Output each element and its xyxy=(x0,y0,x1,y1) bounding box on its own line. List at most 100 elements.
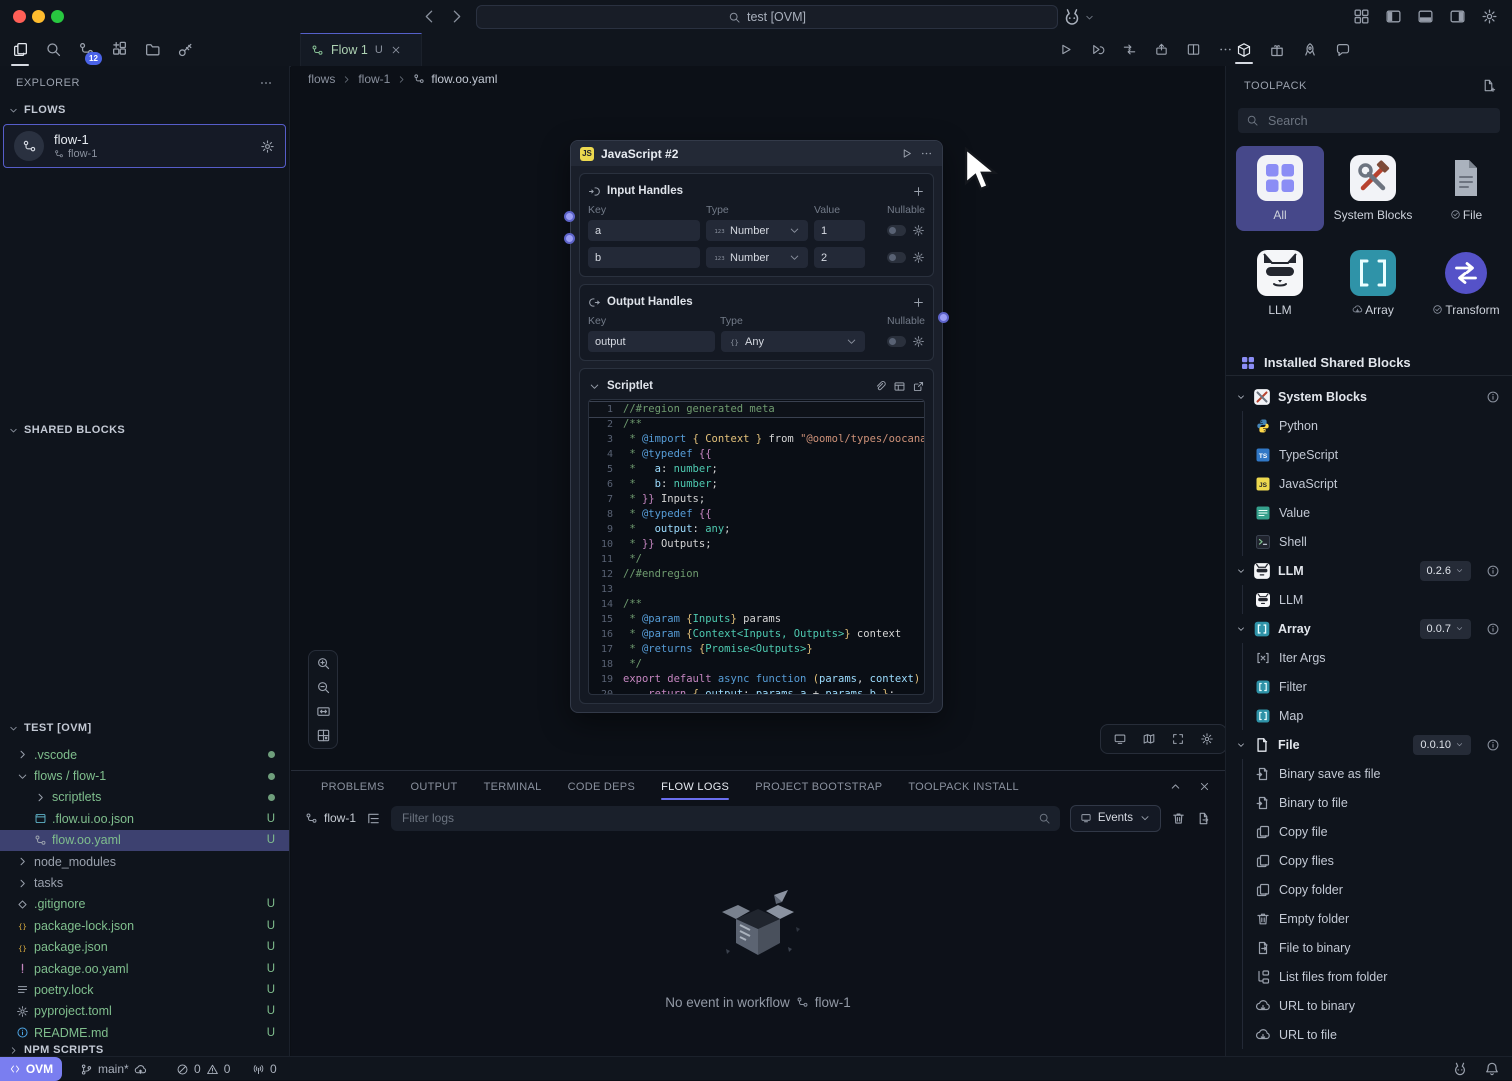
minimize-window-button[interactable] xyxy=(32,10,45,23)
block-item-javascript[interactable]: JSJavaScript xyxy=(1243,469,1512,498)
events-dropdown[interactable]: Events xyxy=(1070,805,1161,832)
input-key-field[interactable]: b xyxy=(588,247,700,268)
input-value-field[interactable]: 1 xyxy=(814,220,865,241)
explorer-more-button[interactable] xyxy=(259,76,273,90)
output-key-field[interactable]: output xyxy=(588,331,715,352)
panel-tab-toolpack-install[interactable]: TOOLPACK INSTALL xyxy=(908,771,1019,802)
tree-item-tasks[interactable]: tasks xyxy=(0,872,289,893)
tree-item-flow-oo-yaml[interactable]: flow.oo.yamlU xyxy=(0,830,289,851)
block-item-python[interactable]: Python xyxy=(1243,411,1512,440)
version-dropdown[interactable]: 0.2.6 xyxy=(1420,561,1471,581)
block-item-empty-folder[interactable]: Empty folder xyxy=(1243,904,1512,933)
tree-item-readme-md[interactable]: README.mdU xyxy=(0,1022,289,1043)
add-output-button[interactable] xyxy=(912,296,925,309)
clear-logs-button[interactable] xyxy=(1171,811,1186,826)
block-item-map[interactable]: Map xyxy=(1243,701,1512,730)
activity-flows-button[interactable]: 12 xyxy=(74,37,98,63)
split-editor-button[interactable] xyxy=(1186,42,1201,57)
block-item-shell[interactable]: Shell xyxy=(1243,527,1512,556)
tree-item-package-oo-yaml[interactable]: package.oo.yamlU xyxy=(0,958,289,979)
input-value-field[interactable]: 2 xyxy=(814,247,865,268)
layout-grid-button[interactable] xyxy=(1353,8,1370,25)
remote-indicator[interactable]: OVM xyxy=(0,1057,62,1081)
block-item-url-to-file[interactable]: URL to file xyxy=(1243,1020,1512,1049)
activity-folder-button[interactable] xyxy=(140,37,164,63)
zoom-out-button[interactable] xyxy=(316,680,331,695)
block-item-value[interactable]: Value xyxy=(1243,498,1512,527)
nullable-toggle[interactable] xyxy=(887,336,906,347)
export-logs-button[interactable] xyxy=(1196,811,1211,826)
toolpack-category-all[interactable]: All xyxy=(1236,146,1324,231)
block-item-url-to-binary[interactable]: URL to binary xyxy=(1243,991,1512,1020)
flow-canvas[interactable]: JS JavaScript #2 Input Handles KeyTypeVa… xyxy=(291,92,1225,770)
activity-extensions-button[interactable] xyxy=(107,37,131,63)
info-icon[interactable] xyxy=(1486,564,1500,578)
breadcrumb-flows[interactable]: flows xyxy=(308,72,335,86)
block-item-file-to-binary[interactable]: File to binary xyxy=(1243,933,1512,962)
flows-section-header[interactable]: FLOWS xyxy=(0,104,74,116)
publish-button[interactable] xyxy=(1154,42,1169,57)
rocket-panel-button[interactable] xyxy=(1302,42,1318,58)
toolpack-category-llm[interactable]: LLM xyxy=(1236,241,1324,326)
fullscreen-button[interactable] xyxy=(1171,732,1185,746)
tree-item-node-modules[interactable]: node_modules xyxy=(0,851,289,872)
node-more-button[interactable] xyxy=(920,147,933,160)
tree-item-flows-flow-1[interactable]: flows / flow-1 xyxy=(0,765,289,786)
log-flow-selector[interactable]: flow-1 xyxy=(305,811,356,825)
breadcrumb-file[interactable]: flow.oo.yaml xyxy=(431,72,497,86)
more-actions-button[interactable] xyxy=(1218,42,1233,57)
history-back-button[interactable] xyxy=(421,8,438,25)
nullable-toggle[interactable] xyxy=(887,252,906,263)
block-item-copy-file[interactable]: Copy file xyxy=(1243,817,1512,846)
block-group-llm[interactable]: LLM0.2.6 xyxy=(1226,556,1512,585)
chat-panel-button[interactable] xyxy=(1335,42,1351,58)
open-external-icon[interactable] xyxy=(912,380,925,393)
version-dropdown[interactable]: 0.0.7 xyxy=(1420,619,1471,639)
block-group-array[interactable]: Array0.0.7 xyxy=(1226,614,1512,643)
flow-list-item-flow-1[interactable]: flow-1 flow-1 xyxy=(3,124,286,168)
editor-tab-flow-1[interactable]: Flow 1 U xyxy=(300,33,422,66)
new-toolpack-button[interactable] xyxy=(1481,78,1496,93)
input-type-select[interactable]: 123Number xyxy=(706,220,808,241)
toolpack-panel-button[interactable] xyxy=(1236,42,1252,58)
activity-search-button[interactable] xyxy=(41,37,65,63)
gift-panel-button[interactable] xyxy=(1269,42,1285,58)
close-tab-icon[interactable] xyxy=(390,44,402,56)
toolpack-category-transform[interactable]: Transform xyxy=(1422,241,1510,326)
tree-item-poetry-lock[interactable]: poetry.lockU xyxy=(0,979,289,1000)
panel-tab-flow-logs[interactable]: FLOW LOGS xyxy=(661,771,729,802)
input-port-a[interactable] xyxy=(564,211,575,222)
auto-layout-button[interactable] xyxy=(316,728,331,743)
output-port[interactable] xyxy=(938,312,949,323)
toolpack-category-file[interactable]: File xyxy=(1422,146,1510,231)
rerun-button[interactable] xyxy=(1090,42,1105,57)
input-type-select[interactable]: 123Number xyxy=(706,247,808,268)
toggle-bottom-panel-button[interactable] xyxy=(1417,8,1434,25)
block-item-copy-folder[interactable]: Copy folder xyxy=(1243,875,1512,904)
flow-settings-button[interactable] xyxy=(260,139,275,154)
block-item-copy-flies[interactable]: Copy flies xyxy=(1243,846,1512,875)
sync-button[interactable] xyxy=(1122,42,1137,57)
panel-tab-output[interactable]: OUTPUT xyxy=(411,771,458,802)
canvas-settings-button[interactable] xyxy=(1200,732,1214,746)
activity-explorer-button[interactable] xyxy=(8,37,32,63)
add-input-button[interactable] xyxy=(912,185,925,198)
notifications-bell-icon[interactable] xyxy=(1484,1061,1500,1077)
table-view-icon[interactable] xyxy=(893,380,906,393)
flow-node-javascript-2[interactable]: JS JavaScript #2 Input Handles KeyTypeVa… xyxy=(570,140,943,713)
assistant-menu-button[interactable] xyxy=(1062,7,1095,27)
panel-tab-terminal[interactable]: TERMINAL xyxy=(484,771,542,802)
block-item-typescript[interactable]: TSTypeScript xyxy=(1243,440,1512,469)
version-dropdown[interactable]: 0.0.10 xyxy=(1413,735,1471,755)
close-window-button[interactable] xyxy=(13,10,26,23)
node-header[interactable]: JS JavaScript #2 xyxy=(571,141,942,166)
mascot-icon[interactable] xyxy=(1452,1061,1468,1077)
code-editor[interactable]: 1//#region generated meta2/**3 * @import… xyxy=(588,399,925,695)
tree-item-vscode[interactable]: .vscode xyxy=(0,744,289,765)
input-key-field[interactable]: a xyxy=(588,220,700,241)
block-group-system-blocks[interactable]: System Blocks xyxy=(1226,382,1512,411)
log-view-mode-button[interactable] xyxy=(366,811,381,826)
fit-view-button[interactable] xyxy=(316,704,331,719)
minimap-button[interactable] xyxy=(1142,732,1156,746)
block-item-list-files-from-folder[interactable]: List files from folder xyxy=(1243,962,1512,991)
